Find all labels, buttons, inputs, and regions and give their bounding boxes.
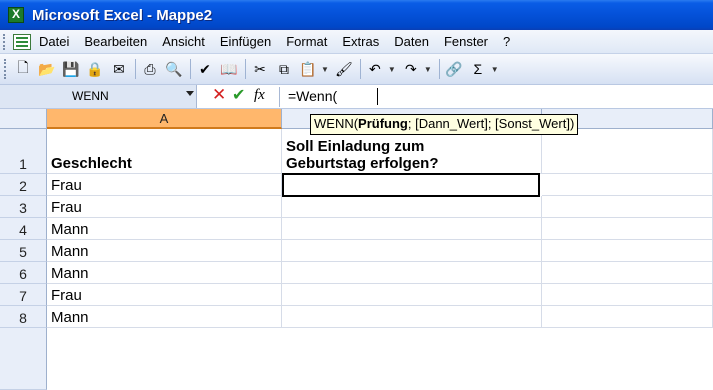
spelling-icon[interactable]: ✔: [194, 58, 216, 80]
excel-app-icon[interactable]: [8, 7, 24, 23]
formula-bar: WENN ✕ ✔ fx =Wenn(: [0, 85, 713, 109]
worksheet-grid[interactable]: A 1 Geschlecht Soll Einladung zum Geburt…: [0, 109, 713, 390]
cell-c7[interactable]: [542, 284, 713, 306]
cell-b3[interactable]: [282, 196, 542, 218]
cell-a7[interactable]: Frau: [47, 284, 282, 306]
row-header-5[interactable]: 5: [0, 240, 47, 262]
menu-ansicht[interactable]: Ansicht: [162, 34, 205, 49]
undo-icon[interactable]: ↶: [364, 58, 386, 80]
formula-bar-divider: [279, 87, 280, 107]
select-all-corner[interactable]: [0, 109, 47, 129]
cell-a8[interactable]: Mann: [47, 306, 282, 328]
cell-c6[interactable]: [542, 262, 713, 284]
cell-b4[interactable]: [282, 218, 542, 240]
tooltip-rest: ; [Dann_Wert]; [Sonst_Wert]): [407, 116, 575, 131]
menu-bearbeiten[interactable]: Bearbeiten: [84, 34, 147, 49]
cell-c4[interactable]: [542, 218, 713, 240]
row-header-1[interactable]: 1: [0, 129, 47, 174]
cell-b7[interactable]: [282, 284, 542, 306]
cancel-icon[interactable]: ✕: [212, 85, 226, 105]
menu-extras[interactable]: Extras: [342, 34, 379, 49]
toolbar-separator: [135, 59, 136, 79]
standard-toolbar: 🗋 📂 💾 🔒 ✉ ⎙ 🔍 ✔ 📖 ✂ ⧉ 📋 ▼ 🖌 ↶ ▼ ↷ ▼ 🔗 Σ …: [0, 54, 713, 85]
cut-icon[interactable]: ✂: [249, 58, 271, 80]
menu-datei[interactable]: Datei: [39, 34, 69, 49]
workbook-icon[interactable]: [13, 33, 31, 50]
cell-c8[interactable]: [542, 306, 713, 328]
toolbar-separator: [245, 59, 246, 79]
cell-c2[interactable]: [542, 174, 713, 196]
cell-a5[interactable]: Mann: [47, 240, 282, 262]
cell-a6[interactable]: Mann: [47, 262, 282, 284]
copy-icon[interactable]: ⧉: [273, 58, 295, 80]
window-title: Microsoft Excel - Mappe2: [32, 6, 213, 24]
name-box-value: WENN: [72, 89, 109, 103]
email-icon[interactable]: ✉: [108, 58, 130, 80]
menu-format[interactable]: Format: [286, 34, 327, 49]
permission-icon[interactable]: 🔒: [84, 58, 106, 80]
cell-b1[interactable]: Soll Einladung zum Geburtstag erfolgen?: [282, 129, 542, 174]
cell-c1[interactable]: [542, 129, 713, 174]
research-icon[interactable]: 📖: [218, 58, 240, 80]
cell-b1-line1: Soll Einladung zum: [286, 138, 425, 155]
tooltip-prefix: WENN(: [314, 116, 359, 131]
autosum-icon[interactable]: Σ: [467, 58, 489, 80]
toolbar-separator: [190, 59, 191, 79]
row-header-overflow: [0, 328, 47, 390]
print-icon[interactable]: ⎙: [139, 58, 161, 80]
column-header-a[interactable]: A: [47, 109, 282, 129]
redo-icon[interactable]: ↷: [400, 58, 422, 80]
cell-a4[interactable]: Mann: [47, 218, 282, 240]
menu-daten[interactable]: Daten: [394, 34, 429, 49]
row-header-6[interactable]: 6: [0, 262, 47, 284]
autosum-dropdown-icon[interactable]: ▼: [491, 65, 499, 74]
save-icon[interactable]: 💾: [60, 58, 82, 80]
text-caret: [377, 88, 378, 105]
name-box[interactable]: WENN: [0, 85, 197, 108]
tooltip-current-arg[interactable]: Prüfung: [358, 116, 408, 131]
row-header-3[interactable]: 3: [0, 196, 47, 218]
new-icon[interactable]: 🗋: [12, 58, 34, 80]
cell-a3[interactable]: Frau: [47, 196, 282, 218]
cell-a1[interactable]: Geschlecht: [47, 129, 282, 174]
insert-function-icon[interactable]: fx: [254, 87, 265, 104]
menu-bar: Datei Bearbeiten Ansicht Einfügen Format…: [0, 30, 713, 54]
title-bar: Microsoft Excel - Mappe2: [0, 0, 713, 30]
cell-b1-line2: Geburtstag erfolgen?: [286, 155, 439, 172]
toolbar-separator: [359, 59, 361, 79]
enter-checkmark-icon[interactable]: ✔: [232, 85, 245, 105]
row-header-4[interactable]: 4: [0, 218, 47, 240]
format-painter-icon[interactable]: 🖌: [333, 58, 355, 80]
menu-fenster[interactable]: Fenster: [444, 34, 488, 49]
chevron-down-icon[interactable]: [186, 91, 194, 96]
row-header-8[interactable]: 8: [0, 306, 47, 328]
row-header-7[interactable]: 7: [0, 284, 47, 306]
print-preview-icon[interactable]: 🔍: [163, 58, 185, 80]
open-icon[interactable]: 📂: [36, 58, 58, 80]
toolbar-grip[interactable]: [4, 59, 8, 79]
row-header-2[interactable]: 2: [0, 174, 47, 196]
paste-dropdown-icon[interactable]: ▼: [321, 65, 329, 74]
cell-b2-active[interactable]: [282, 173, 540, 197]
cell-a2[interactable]: Frau: [47, 174, 282, 196]
menu-einfuegen[interactable]: Einfügen: [220, 34, 271, 49]
hyperlink-icon[interactable]: 🔗: [443, 58, 465, 80]
menu-grip[interactable]: [3, 33, 9, 50]
menu-help[interactable]: ?: [503, 34, 510, 49]
cell-b8[interactable]: [282, 306, 542, 328]
undo-dropdown-icon[interactable]: ▼: [388, 65, 396, 74]
toolbar-separator: [438, 59, 440, 79]
redo-dropdown-icon[interactable]: ▼: [424, 65, 432, 74]
function-signature-tooltip: WENN(Prüfung; [Dann_Wert]; [Sonst_Wert]): [310, 114, 579, 135]
cell-b5[interactable]: [282, 240, 542, 262]
paste-icon[interactable]: 📋: [297, 58, 319, 80]
formula-input[interactable]: =Wenn(: [288, 88, 337, 104]
cell-c5[interactable]: [542, 240, 713, 262]
cell-c3[interactable]: [542, 196, 713, 218]
cell-b6[interactable]: [282, 262, 542, 284]
